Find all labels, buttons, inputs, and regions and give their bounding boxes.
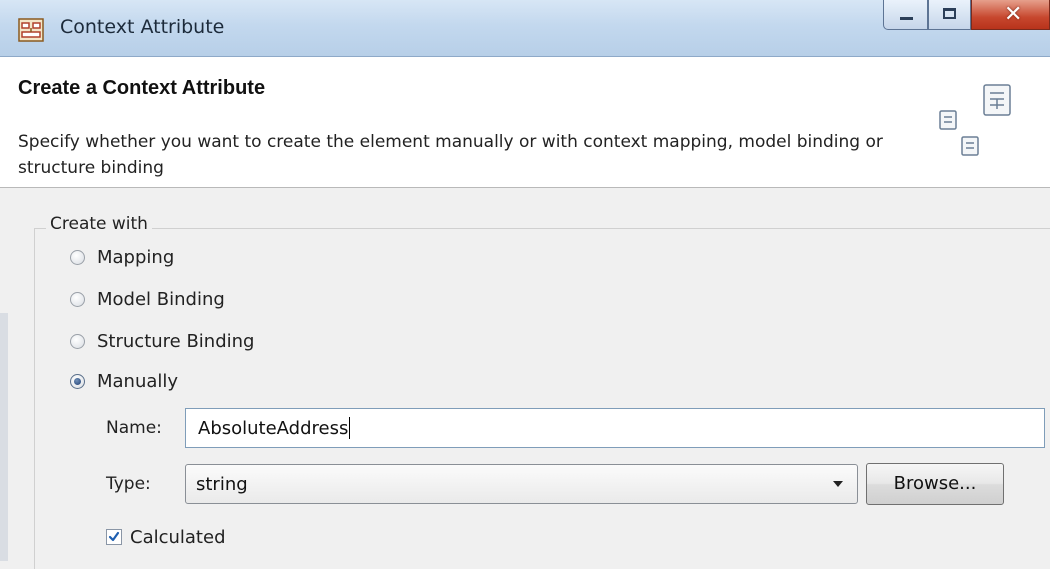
calculated-checkbox-row[interactable]: Calculated xyxy=(106,524,226,550)
context-attribute-icon xyxy=(18,18,44,42)
text-caret xyxy=(349,417,351,439)
create-with-group xyxy=(34,228,1050,569)
calculated-label: Calculated xyxy=(130,526,226,548)
documents-icon xyxy=(939,84,1011,156)
radio-manually[interactable]: Manually xyxy=(70,368,178,394)
page-title: Create a Context Attribute xyxy=(18,77,266,99)
calculated-checkbox[interactable] xyxy=(106,529,122,545)
radio-button[interactable] xyxy=(70,249,85,265)
radio-label-model-binding: Model Binding xyxy=(97,288,225,310)
radio-model-binding[interactable]: Model Binding xyxy=(70,286,225,312)
close-button[interactable]: ✕ xyxy=(971,0,1050,30)
type-dropdown[interactable]: string xyxy=(185,464,858,504)
name-label: Name: xyxy=(106,418,162,438)
left-edge xyxy=(0,313,8,561)
wizard-header: Create a Context Attribute Specify wheth… xyxy=(0,57,1050,188)
checkmark-icon xyxy=(108,531,120,542)
maximize-icon xyxy=(943,8,956,19)
title-bar: Context Attribute ✕ xyxy=(0,0,1050,57)
window-title: Context Attribute xyxy=(60,16,225,38)
browse-button[interactable]: Browse... xyxy=(866,463,1004,505)
page-description: Specify whether you want to create the e… xyxy=(18,132,883,178)
radio-label-structure-binding: Structure Binding xyxy=(97,330,255,352)
radio-structure-binding[interactable]: Structure Binding xyxy=(70,328,254,354)
minimize-button[interactable] xyxy=(883,0,928,30)
minimize-icon xyxy=(900,17,913,20)
radio-button[interactable] xyxy=(70,291,85,307)
maximize-button[interactable] xyxy=(928,0,971,30)
type-dropdown-value: string xyxy=(196,473,248,495)
name-input-value: AbsoluteAddress xyxy=(198,417,349,439)
radio-label-mapping: Mapping xyxy=(97,246,175,268)
type-label: Type: xyxy=(106,474,151,494)
radio-mapping[interactable]: Mapping xyxy=(70,244,174,270)
close-icon: ✕ xyxy=(1004,2,1023,27)
radio-button-selected[interactable] xyxy=(70,373,85,389)
chevron-down-icon[interactable] xyxy=(833,481,843,487)
create-with-label: Create with xyxy=(46,214,152,234)
radio-label-manually: Manually xyxy=(97,370,179,392)
name-input[interactable]: AbsoluteAddress xyxy=(185,408,1045,448)
radio-button[interactable] xyxy=(70,333,85,349)
